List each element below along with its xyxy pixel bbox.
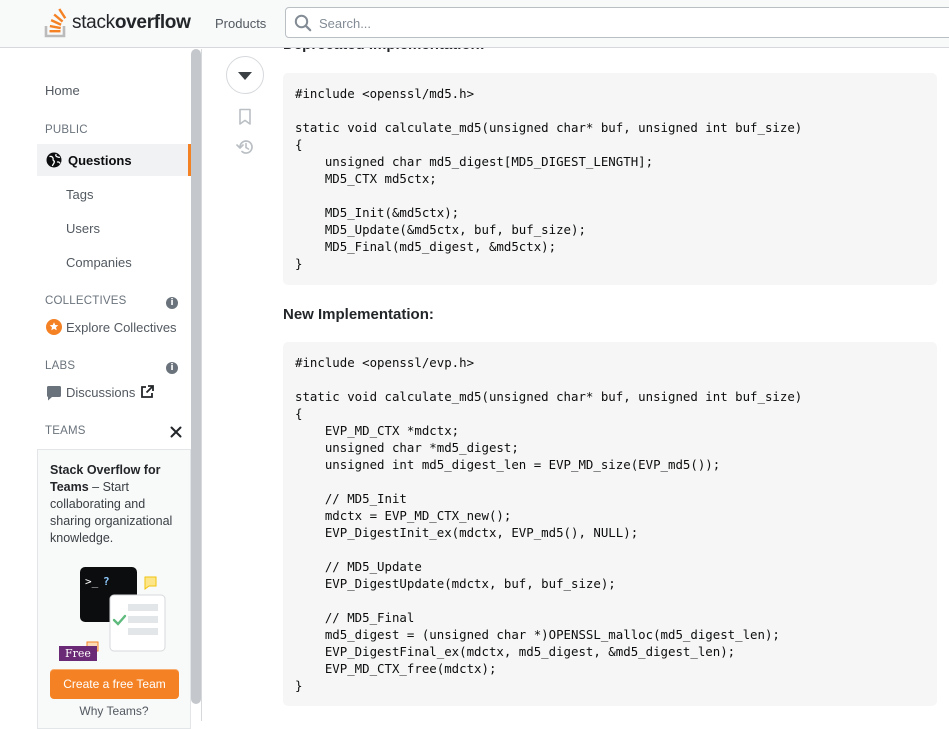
logo-text-light: stack — [72, 12, 115, 33]
sidebar-item-explore-collectives[interactable]: Explore Collectives — [66, 320, 177, 335]
external-link-icon — [141, 385, 154, 398]
sidebar-scrollbar[interactable] — [191, 49, 201, 704]
search-box[interactable] — [285, 7, 949, 38]
history-icon[interactable] — [235, 138, 255, 156]
teams-promo-text: Stack Overflow for Teams – Start collabo… — [50, 462, 185, 547]
search-icon — [294, 14, 312, 32]
left-sidebar: Home PUBLIC Questions Tags Users Compani… — [0, 49, 202, 729]
free-badge: Free — [59, 646, 97, 661]
logo-text: stackoverflow — [72, 12, 191, 34]
collectives-star-icon — [46, 319, 62, 335]
sidebar-item-discussions[interactable]: Discussions — [66, 385, 135, 400]
section-label-labs: LABS — [45, 360, 76, 372]
teams-illustration: >_ ? — [80, 567, 166, 655]
sidebar-item-label: Questions — [68, 152, 132, 168]
collectives-info-icon[interactable]: i — [166, 297, 178, 309]
sidebar-item-home[interactable]: Home — [45, 83, 80, 98]
svg-text:>_: >_ — [85, 575, 99, 588]
top-bar: stackoverflow Products — [0, 0, 949, 48]
labs-info-icon[interactable]: i — [166, 362, 178, 374]
sidebar-item-companies[interactable]: Companies — [66, 255, 132, 270]
sidebar-item-tags[interactable]: Tags — [66, 187, 93, 202]
teams-promo-card: Stack Overflow for Teams – Start collabo… — [37, 449, 191, 729]
svg-text:?: ? — [103, 575, 110, 588]
discussions-icon — [47, 386, 61, 401]
logo-text-bold: overflow — [114, 12, 191, 33]
sidebar-item-users[interactable]: Users — [66, 221, 100, 236]
sidebar-item-questions[interactable]: Questions — [37, 144, 191, 176]
close-icon[interactable] — [170, 426, 182, 438]
search-input[interactable] — [317, 12, 921, 35]
globe-icon — [46, 152, 62, 168]
stack-overflow-logo-icon — [44, 8, 67, 38]
why-teams-link[interactable]: Why Teams? — [38, 704, 190, 718]
create-free-team-button[interactable]: Create a free Team — [50, 669, 179, 699]
stack-overflow-logo[interactable]: stackoverflow — [44, 7, 191, 39]
deprecated-code-block: #include <openssl/md5.h> static void cal… — [283, 73, 937, 285]
section-label-public: PUBLIC — [45, 124, 88, 136]
products-menu[interactable]: Products — [215, 16, 266, 31]
downvote-button[interactable] — [226, 56, 264, 94]
section-label-teams: TEAMS — [45, 425, 86, 437]
new-code-block: #include <openssl/evp.h> static void cal… — [283, 342, 937, 706]
section-label-collectives: COLLECTIVES — [45, 295, 127, 307]
new-implementation-heading: New Implementation: — [283, 306, 434, 323]
bookmark-icon[interactable] — [238, 108, 252, 126]
